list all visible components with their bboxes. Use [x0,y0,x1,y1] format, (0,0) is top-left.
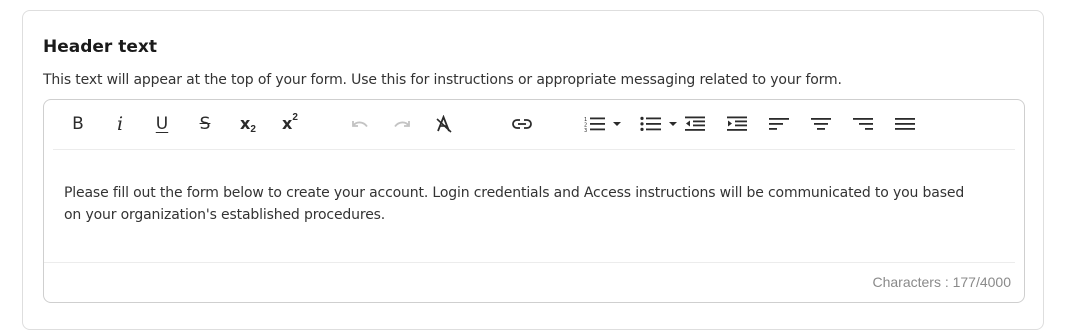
strikethrough-icon: S [199,113,211,134]
bulleted-list-button[interactable] [637,112,681,136]
chevron-down-icon [613,122,621,126]
italic-button[interactable]: i [111,112,129,136]
clear-format-icon [436,115,452,133]
indent-icon [727,116,747,131]
chevron-down-icon [669,122,677,126]
outdent-button[interactable] [683,112,707,136]
indent-button[interactable] [725,112,749,136]
justify-icon [895,118,915,130]
section-title: Header text [43,37,157,57]
align-center-button[interactable] [809,112,833,136]
editor-content[interactable]: Please fill out the form below to create… [64,182,984,226]
superscript-icon: x 2 [282,112,298,133]
underline-button[interactable]: U [153,112,171,136]
link-icon [512,119,532,129]
bullet-list-icon [640,116,661,131]
redo-button[interactable] [391,112,413,136]
subscript-button[interactable]: x 2 [237,112,259,136]
subscript-icon: x 2 [240,114,256,136]
align-left-button[interactable] [767,112,791,136]
undo-icon [352,121,368,128]
link-button[interactable] [509,112,535,136]
redo-icon [394,121,410,128]
bold-button[interactable]: B [69,112,87,136]
numbered-list-button[interactable]: 1 2 3 [581,112,625,136]
superscript-button[interactable]: x 2 [279,112,301,136]
undo-button[interactable] [349,112,371,136]
underline-icon: U [155,113,169,134]
bold-icon: B [72,113,84,134]
italic-icon: i [116,112,124,135]
align-right-icon [853,118,873,130]
ordered-list-icon: 1 2 3 [584,117,605,132]
character-count: Characters : 177/4000 [872,274,1011,290]
subscript-base: x [240,114,251,133]
align-left-icon [769,118,789,130]
clear-formatting-button[interactable] [433,112,455,136]
justify-button[interactable] [893,112,917,136]
subscript-mark: 2 [250,124,256,135]
section-description: This text will appear at the top of your… [43,72,842,88]
strikethrough-button[interactable]: S [195,112,215,136]
superscript-base: x [282,114,293,133]
editor-footer: Characters : 177/4000 [44,262,1015,304]
superscript-mark: 2 [292,112,298,123]
align-center-icon [811,118,831,130]
svg-text:3: 3 [584,128,587,132]
rich-text-editor: B i U S x 2 x 2 1 2 3 Please fill out th… [43,99,1025,303]
editor-toolbar: B i U S x 2 x 2 1 2 3 [53,100,1015,150]
align-right-button[interactable] [851,112,875,136]
outdent-icon [685,116,705,131]
